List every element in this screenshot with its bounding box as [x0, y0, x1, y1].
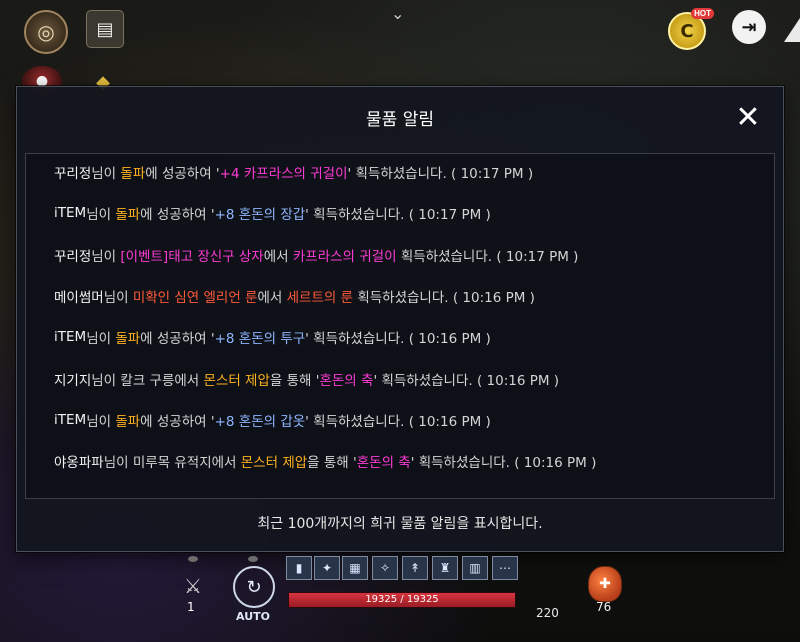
potion-count: 76: [596, 600, 612, 614]
notification-row: 꾸리정 님이 [이벤트]태고 장신구 상자 에서 카프라스의 귀걸이 획득하셨습니다…: [54, 245, 764, 265]
notification-segment: 야옹파파: [54, 455, 104, 472]
notification-row: 메이썸머 님이 미확인 심연 엘리언 룬 에서 세르트의 룬 획득하셨습니다. ( …: [54, 286, 764, 306]
notification-row: iTEM 님이 돌파 에 성공하여 ' +8 혼돈의 갑옷 ' 획득하셨습니다. ( 1…: [54, 410, 764, 430]
notification-segment: 에서: [257, 289, 287, 306]
notification-segment: 몬스터 제압: [240, 455, 308, 472]
notification-segment: 님이 미루목 유적지에서: [103, 455, 241, 472]
notification-segment: 님이: [91, 166, 121, 182]
notification-segment: 님이: [103, 289, 133, 306]
notification-list: 꾸리정 님이 돌파 에 성공하여 ' +4 카프라스의 귀걸이 ' 획득하셨습니다. (…: [25, 153, 775, 499]
notification-segment: iTEM: [54, 411, 87, 428]
weapon-count: 1: [187, 600, 195, 614]
notification-segment: 카프라스의 귀걸이: [292, 248, 397, 265]
notification-segment: 세르트의 룬: [286, 289, 354, 306]
notification-segment: ' 획득하셨습니다. ( 10:16 PM ): [305, 413, 491, 430]
notification-segment: 님이: [91, 248, 121, 265]
notification-segment: 에 성공하여 ': [140, 331, 215, 348]
notification-segment: 님이 칼크 구릉에서: [91, 372, 204, 389]
notification-segment: ' 획득하셨습니다. ( 10:16 PM ): [305, 331, 491, 348]
notification-row: iTEM 님이 돌파 에 성공하여 ' +8 혼돈의 장갑 ' 획득하셨습니다. ( 1…: [54, 203, 764, 223]
menu-corner-icon[interactable]: [784, 18, 800, 42]
notification-segment: ' 획득하셨습니다. ( 10:17 PM ): [347, 166, 534, 182]
notification-segment: 혼돈의 축: [356, 455, 411, 472]
modal-footer-text: 최근 100개까지의 희귀 물품 알림을 표시합니다.: [257, 516, 543, 532]
notification-segment: 돌파: [120, 166, 146, 182]
book-icon[interactable]: ▤: [86, 10, 124, 48]
hp-bar: 19325 / 19325: [288, 592, 516, 608]
notification-segment: 메이썸머: [54, 289, 104, 306]
notification-row: iTEM 님이 돌파 에 성공하여 ' +8 혼돈의 투구 ' 획득하셨습니다. ( 1…: [54, 327, 764, 347]
quickslot[interactable]: ♜: [432, 556, 458, 580]
notification-row: 지기지 님이 칼크 구릉에서 몬스터 제압 을 통해 ' 혼돈의 축 ' 획득하셨습니다…: [54, 369, 764, 389]
exit-icon[interactable]: ⇥: [732, 10, 766, 44]
modal-title: 물품 알림: [366, 110, 434, 130]
level-value: 220: [536, 606, 559, 620]
notification-row: 꾸리정 님이 돌파 에 성공하여 ' +4 카프라스의 귀걸이 ' 획득하셨습니다. (…: [54, 162, 764, 182]
auto-label: AUTO: [236, 610, 270, 623]
quickslot[interactable]: ▮: [286, 556, 312, 580]
quickslot[interactable]: ▥: [462, 556, 488, 580]
quickslot[interactable]: ⋯: [492, 556, 518, 580]
notification-segment: 을 통해 ': [269, 372, 320, 389]
notification-segment: +8 혼돈의 갑옷: [214, 413, 306, 430]
notification-segment: ' 획득하셨습니다. ( 10:17 PM ): [305, 207, 491, 224]
notification-segment: 님이: [86, 331, 116, 348]
cooldown-dot: [188, 556, 198, 562]
notification-segment: ' 획득하셨습니다. ( 10:16 PM ): [373, 372, 560, 389]
notification-segment: 에 성공하여 ': [140, 413, 215, 430]
hp-text: 19325 / 19325: [365, 594, 439, 605]
notification-segment: 님이: [86, 413, 116, 430]
hot-badge: HOT: [691, 8, 714, 19]
notification-segment: [이벤트]태고 장신구 상자: [120, 248, 264, 265]
quickslot[interactable]: ↟: [402, 556, 428, 580]
chevron-down-icon[interactable]: ⌄: [391, 4, 404, 23]
notification-segment: 돌파: [115, 413, 141, 430]
notification-segment: +8 혼돈의 투구: [214, 331, 306, 348]
notification-segment: iTEM: [54, 329, 87, 346]
notification-segment: 돌파: [115, 331, 141, 348]
notification-segment: +8 혼돈의 장갑: [214, 207, 306, 224]
notification-segment: +4 카프라스의 귀걸이: [219, 166, 348, 182]
notification-segment: 미확인 심연 엘리언 룬: [132, 289, 258, 306]
notification-segment: 획득하셨습니다. ( 10:16 PM ): [353, 289, 535, 306]
notification-segment: 님이: [86, 207, 116, 224]
notification-segment: 을 통해 ': [307, 455, 357, 472]
notification-segment: 지기지: [54, 372, 92, 389]
notification-segment: 에 성공하여 ': [145, 166, 220, 182]
notification-segment: 혼돈의 축: [319, 372, 374, 389]
notification-segment: 돌파: [115, 207, 141, 224]
crossed-swords-icon[interactable]: ⚔: [178, 574, 208, 598]
auto-toggle-button[interactable]: ↻: [233, 566, 275, 608]
notification-segment: 에 성공하여 ': [140, 207, 215, 224]
notification-segment: 꾸리정: [54, 166, 92, 182]
quickslot[interactable]: ✦: [314, 556, 340, 580]
quickslot[interactable]: ✧: [372, 556, 398, 580]
potion-icon[interactable]: ✚: [588, 566, 622, 602]
notification-segment: 획득하셨습니다. ( 10:17 PM ): [396, 248, 579, 265]
notification-segment: 꾸리정: [54, 248, 92, 265]
item-notification-modal: 물품 알림 ✕ 꾸리정 님이 돌파 에 성공하여 ' +4 카프라스의 귀걸이 ' 획득…: [16, 86, 784, 552]
compass-icon[interactable]: ◎: [24, 10, 68, 54]
close-icon[interactable]: ✕: [733, 103, 763, 133]
notification-segment: 몬스터 제압: [203, 372, 270, 389]
notification-segment: 에서: [263, 248, 293, 265]
quickslot[interactable]: ▦: [342, 556, 368, 580]
notification-row: 야옹파파 님이 미루목 유적지에서 몬스터 제압 을 통해 ' 혼돈의 축 ' 획득하셨…: [54, 451, 764, 471]
notification-segment: ' 획득하셨습니다. ( 10:16 PM ): [410, 455, 597, 472]
notification-segment: iTEM: [54, 205, 87, 222]
cooldown-dot: [248, 556, 258, 562]
